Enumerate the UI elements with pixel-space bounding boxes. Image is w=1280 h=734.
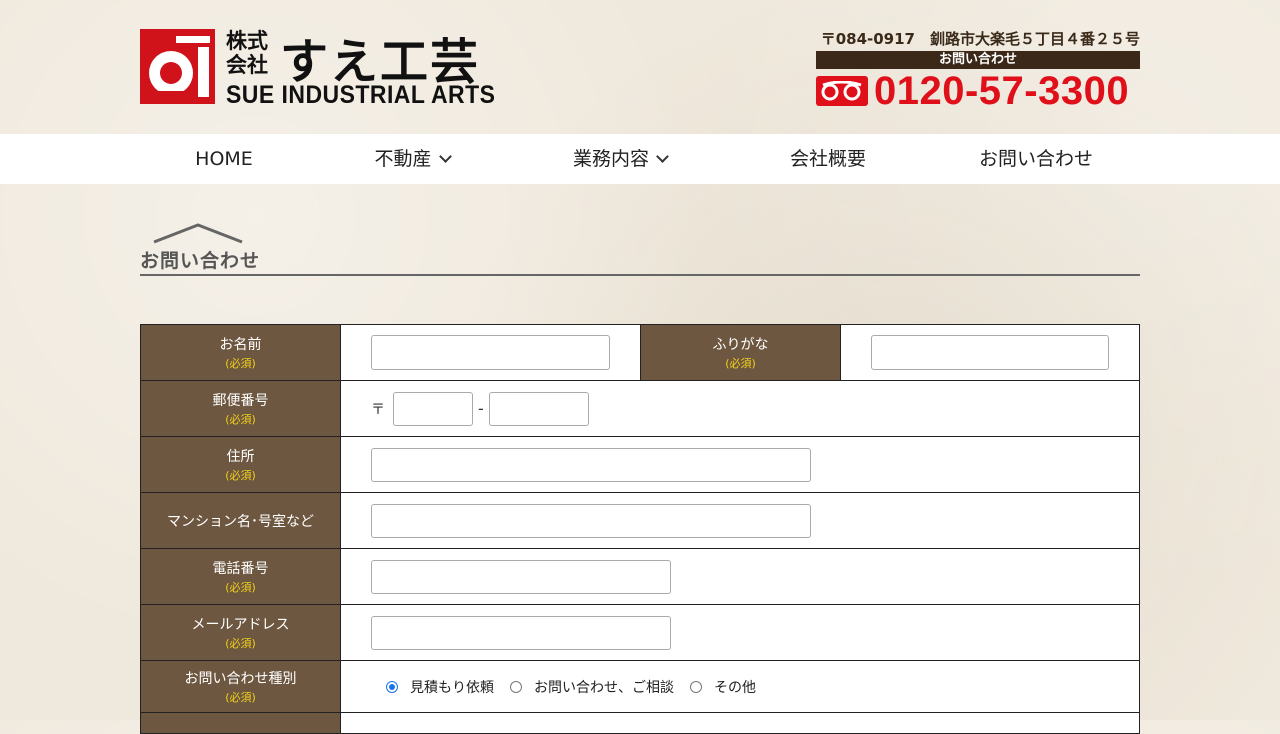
label-text: ふりがな: [712, 337, 769, 353]
form-row-inquiry-type: お問い合わせ種別 (必須) 見積もり依頼 お問い合わせ、ご相談 その他: [140, 661, 1140, 713]
zip-input-first[interactable]: [393, 391, 473, 426]
site-header: 株式会社 すえ工芸 SUE INDUSTRIAL ARTS 〒084-0917 …: [0, 0, 1280, 134]
required-mark: (必須): [225, 413, 256, 426]
field-label: 郵便番号 (必須): [141, 381, 341, 436]
section-heading: お問い合わせ: [140, 222, 1140, 276]
label-text: メールアドレス: [191, 617, 290, 633]
chevron-down-icon: [656, 150, 669, 163]
form-row-name: お名前 (必須) ふりがな (必須): [140, 325, 1140, 381]
label-text: 電話番号: [212, 561, 269, 577]
chevron-down-icon: [438, 150, 452, 163]
form-row-building: マンション名･号室など: [140, 493, 1140, 549]
radio-unchecked-icon[interactable]: [690, 680, 702, 693]
furigana-input[interactable]: [871, 335, 1109, 370]
building-input[interactable]: [371, 503, 811, 538]
logo-mark-icon: [140, 29, 215, 104]
address-input[interactable]: [371, 447, 811, 482]
radio-option-other[interactable]: その他: [690, 677, 756, 697]
nav-item-home[interactable]: HOME: [140, 134, 308, 184]
company-logo[interactable]: 株式会社 すえ工芸 SUE INDUSTRIAL ARTS: [140, 29, 495, 109]
phone-row[interactable]: 0120-57-3300: [816, 69, 1140, 114]
nav-label: 不動産: [374, 148, 432, 170]
field-label: ふりがな (必須): [640, 325, 841, 380]
field-label: お名前 (必須): [141, 325, 341, 380]
field-label: 住所 (必須): [141, 437, 341, 492]
zip-input-second[interactable]: [488, 391, 589, 426]
form-row-next: [140, 713, 1140, 734]
field-label: メールアドレス (必須): [141, 605, 341, 660]
nav-label: HOME: [195, 148, 253, 170]
label-text: 住所: [226, 449, 255, 465]
required-mark: (必須): [225, 691, 256, 704]
radio-checked-icon[interactable]: [386, 680, 398, 693]
radio-unchecked-icon[interactable]: [510, 680, 522, 693]
name-input[interactable]: [371, 335, 610, 370]
logo-company-en: SUE INDUSTRIAL ARTS: [226, 81, 496, 109]
label-text: お問い合わせ種別: [184, 671, 297, 687]
nav-item-contact[interactable]: お問い合わせ: [932, 134, 1140, 184]
company-address: 〒084-0917 釧路市大楽毛５丁目４番２５号: [820, 30, 1140, 48]
radio-label: その他: [714, 679, 756, 696]
label-text: お名前: [219, 337, 262, 353]
form-row-zip: 郵便番号 (必須) 〒 -: [140, 381, 1140, 437]
field-label: 電話番号 (必須): [141, 549, 341, 604]
page-title: お問い合わせ: [140, 250, 261, 272]
form-row-email: メールアドレス (必須): [140, 605, 1140, 661]
nav-label: お問い合わせ: [978, 148, 1093, 170]
radio-option-estimate[interactable]: 見積もり依頼: [386, 677, 494, 697]
required-mark: (必須): [225, 469, 256, 482]
email-input[interactable]: [371, 615, 671, 650]
nav-item-services[interactable]: 業務内容: [516, 134, 724, 184]
nav-label: 会社概要: [789, 148, 866, 170]
radio-option-consult[interactable]: お問い合わせ、ご相談: [510, 677, 674, 697]
nav-item-company[interactable]: 会社概要: [724, 134, 932, 184]
freedial-icon: [816, 76, 868, 106]
required-mark: (必須): [225, 357, 256, 370]
zip-separator: -: [478, 399, 484, 418]
field-label: [141, 713, 341, 733]
field-label: お問い合わせ種別 (必須): [141, 661, 341, 712]
field-label: マンション名･号室など: [141, 493, 341, 548]
nav-label: 業務内容: [572, 148, 649, 170]
required-mark: (必須): [725, 357, 756, 370]
roof-icon: [153, 223, 243, 244]
phone-input[interactable]: [371, 559, 671, 594]
contact-form: お名前 (必須) ふりがな (必須) 郵便番号 (必須) 〒 - 住所 (必須): [140, 324, 1140, 734]
label-text: 郵便番号: [212, 393, 269, 409]
label-text: マンション名･号室など: [167, 513, 314, 530]
form-row-address: 住所 (必須): [140, 437, 1140, 493]
main-nav: HOME 不動産 業務内容 会社概要 お問い合わせ: [0, 134, 1280, 184]
radio-label: 見積もり依頼: [410, 679, 494, 696]
postal-mark-icon: 〒: [371, 401, 385, 418]
form-row-phone: 電話番号 (必須): [140, 549, 1140, 605]
radio-label: お問い合わせ、ご相談: [534, 679, 674, 696]
nav-item-real-estate[interactable]: 不動産: [308, 134, 516, 184]
contact-label: お問い合わせ: [816, 51, 1140, 69]
phone-number[interactable]: 0120-57-3300: [874, 69, 1129, 114]
required-mark: (必須): [225, 637, 256, 650]
logo-company-prefix: 株式会社: [226, 29, 268, 77]
required-mark: (必須): [225, 581, 256, 594]
contact-block: 〒084-0917 釧路市大楽毛５丁目４番２５号 お問い合わせ 0120-57-…: [816, 28, 1140, 114]
